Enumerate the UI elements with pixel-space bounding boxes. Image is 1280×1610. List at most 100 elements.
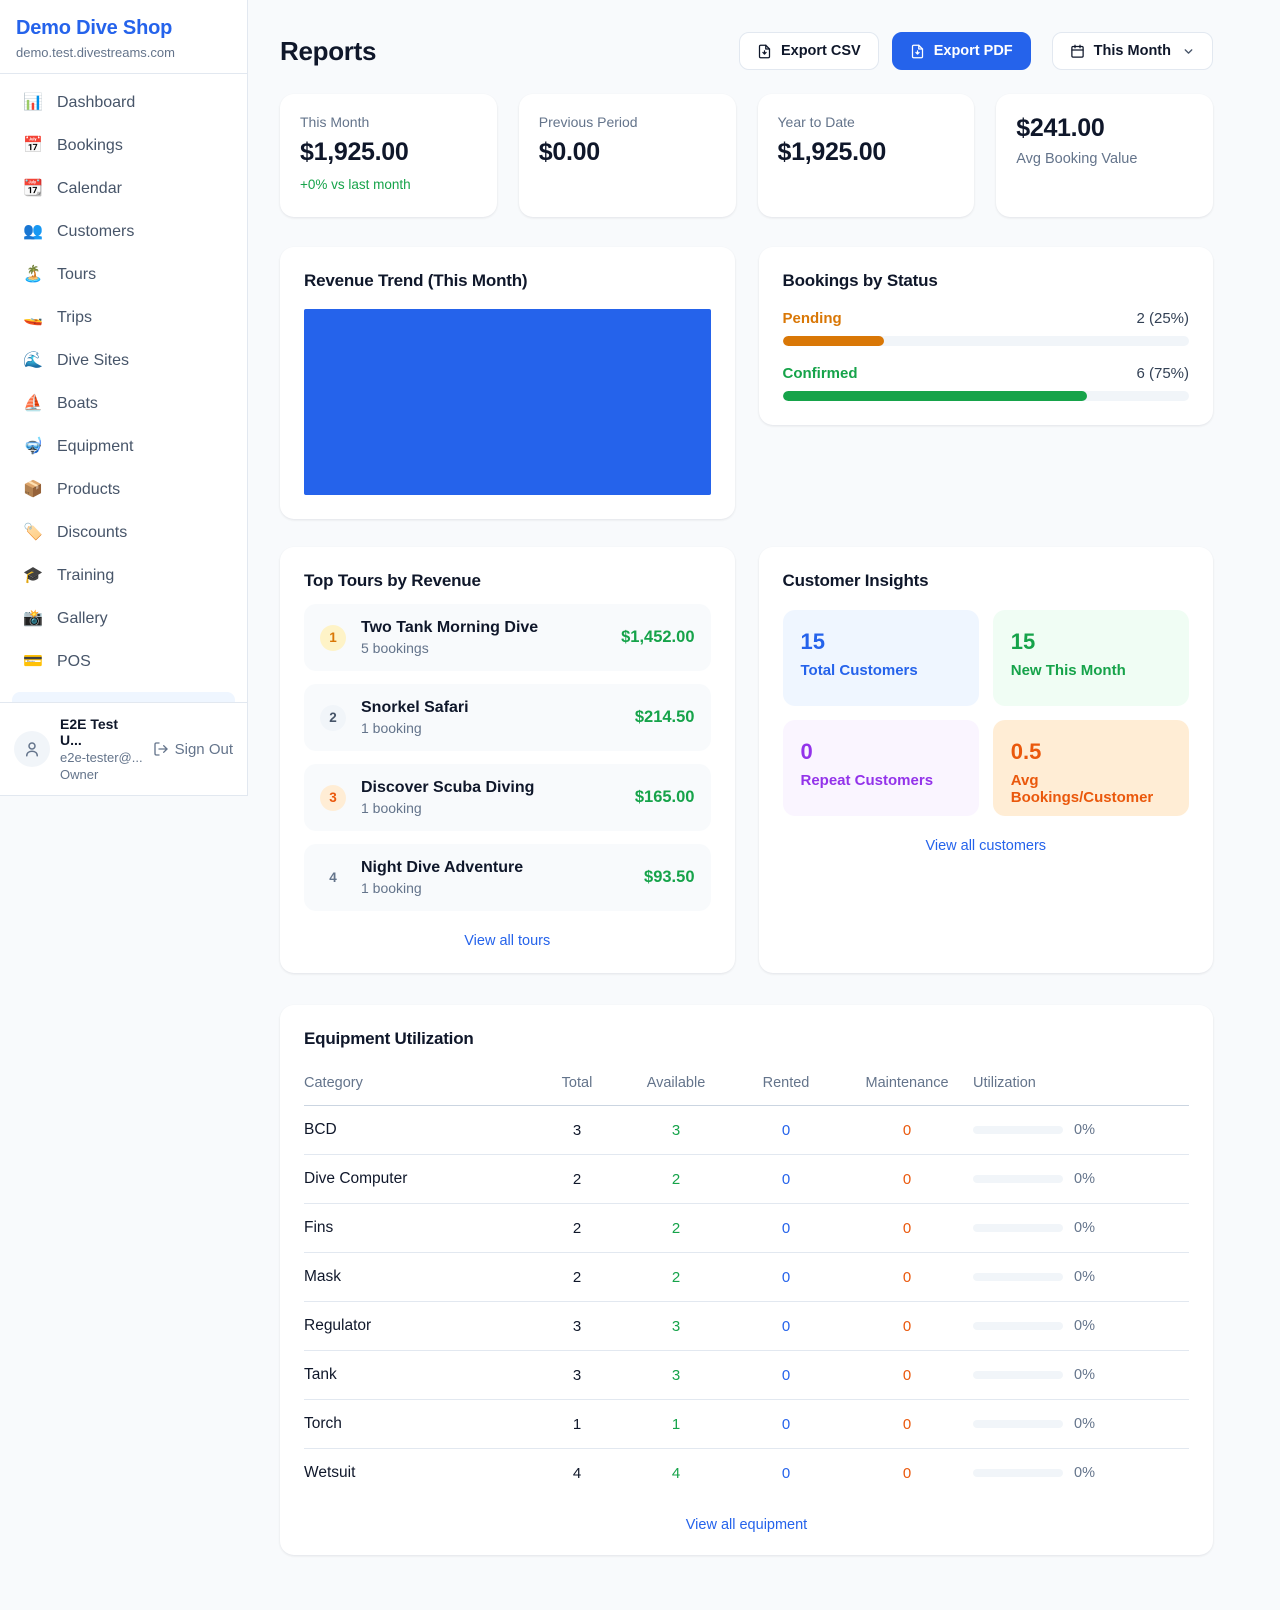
wave-icon: 🌊 — [22, 353, 44, 369]
period-label: This Month — [1094, 43, 1171, 59]
sidebar-item-bookings[interactable]: 📅 Bookings — [12, 127, 235, 165]
sidebar-item-training[interactable]: 🎓 Training — [12, 557, 235, 595]
package-icon: 📦 — [22, 482, 44, 498]
insight-value: 0.5 — [1011, 739, 1171, 765]
table-row: BCD 3 3 0 0 0% — [304, 1106, 1189, 1155]
tour-bookings: 1 booking — [361, 800, 620, 816]
export-csv-button[interactable]: Export CSV — [739, 32, 879, 70]
brand-domain: demo.test.divestreams.com — [16, 45, 231, 60]
header-actions: Export CSV Export PDF This Month — [739, 32, 1213, 70]
equipment-utilization-cell: 0% — [973, 1122, 1189, 1138]
sidebar-item-discounts[interactable]: 🏷️ Discounts — [12, 514, 235, 552]
equipment-utilization-cell: 0% — [973, 1416, 1189, 1432]
sidebar-item-dashboard[interactable]: 📊 Dashboard — [12, 84, 235, 122]
sidebar-item-pos[interactable]: 💳 POS — [12, 643, 235, 681]
person-icon — [23, 740, 41, 758]
sidebar-item-label: Products — [57, 481, 120, 499]
equipment-utilization-cell: 0% — [973, 1220, 1189, 1236]
sidebar-item-boats[interactable]: ⛵ Boats — [12, 385, 235, 423]
equipment-total: 2 — [533, 1171, 621, 1188]
rank-badge: 4 — [320, 865, 346, 891]
sidebar-item-label: Discounts — [57, 524, 127, 542]
equipment-utilization-cell: 0% — [973, 1171, 1189, 1187]
sidebar-item-tours[interactable]: 🏝️ Tours — [12, 256, 235, 294]
file-download-icon — [757, 44, 772, 59]
sidebar-item-label: Dashboard — [57, 94, 135, 112]
stats-row: This Month $1,925.00 +0% vs last month P… — [280, 94, 1213, 217]
sidebar-item-label: Trips — [57, 309, 92, 327]
revenue-trend-chart — [304, 309, 711, 495]
sign-out-label: Sign Out — [175, 741, 233, 758]
utilization-track — [973, 1126, 1063, 1134]
utilization-percent: 0% — [1074, 1171, 1095, 1187]
sidebar-item-label: Equipment — [57, 438, 134, 456]
stat-value: $0.00 — [539, 138, 716, 167]
main-content: Reports Export CSV Export PDF This Month… — [248, 0, 1280, 1595]
status-count: 2 (25%) — [1136, 310, 1189, 327]
equipment-table: Category Total Available Rented Maintena… — [304, 1063, 1189, 1497]
insight-tile-avg-bookings: 0.5 Avg Bookings/Customer — [993, 720, 1189, 816]
equipment-rented: 0 — [731, 1220, 841, 1237]
equipment-maintenance: 0 — [841, 1220, 973, 1237]
sign-out-button[interactable]: Sign Out — [153, 741, 233, 758]
equipment-category: Regulator — [304, 1317, 533, 1335]
equipment-rented: 0 — [731, 1269, 841, 1286]
stat-card-previous-period: Previous Period $0.00 — [519, 94, 736, 217]
user-name: E2E Test U... — [60, 716, 143, 748]
equipment-category: BCD — [304, 1121, 533, 1139]
sign-out-icon — [153, 741, 169, 757]
equipment-available: 3 — [621, 1122, 731, 1139]
brand-block: Demo Dive Shop demo.test.divestreams.com — [0, 0, 247, 74]
tour-revenue: $1,452.00 — [621, 628, 694, 647]
insight-label: Avg Bookings/Customer — [1011, 772, 1171, 806]
people-icon: 👥 — [22, 224, 44, 240]
tour-revenue: $165.00 — [635, 788, 695, 807]
user-role: Owner — [60, 767, 143, 782]
speedboat-icon: 🚤 — [22, 310, 44, 326]
equipment-available: 2 — [621, 1269, 731, 1286]
tour-row: 3 Discover Scuba Diving 1 booking $165.0… — [304, 764, 711, 831]
stat-label: Avg Booking Value — [1016, 151, 1193, 167]
revenue-trend-card: Revenue Trend (This Month) — [280, 247, 735, 519]
export-pdf-button[interactable]: Export PDF — [892, 32, 1031, 70]
sidebar-item-dive-sites[interactable]: 🌊 Dive Sites — [12, 342, 235, 380]
file-download-icon — [910, 44, 925, 59]
utilization-track — [973, 1224, 1063, 1232]
insight-label: Total Customers — [801, 662, 961, 679]
sidebar-item-gallery[interactable]: 📸 Gallery — [12, 600, 235, 638]
sidebar-item-products[interactable]: 📦 Products — [12, 471, 235, 509]
utilization-track — [973, 1175, 1063, 1183]
status-count: 6 (75%) — [1136, 365, 1189, 382]
period-dropdown[interactable]: This Month — [1052, 32, 1213, 70]
status-row-confirmed: Confirmed 6 (75%) — [783, 365, 1190, 401]
sidebar-item-label: Boats — [57, 395, 98, 413]
utilization-percent: 0% — [1074, 1416, 1095, 1432]
progress-track — [783, 336, 1190, 346]
camera-icon: 📸 — [22, 611, 44, 627]
insight-value: 15 — [1011, 629, 1171, 655]
equipment-maintenance: 0 — [841, 1171, 973, 1188]
equipment-category: Torch — [304, 1415, 533, 1433]
sidebar-item-label: Gallery — [57, 610, 108, 628]
sidebar-item-reports-partial[interactable] — [12, 692, 235, 702]
equipment-total: 2 — [533, 1269, 621, 1286]
utilization-track — [973, 1371, 1063, 1379]
rank-badge: 1 — [320, 625, 346, 651]
sidebar-item-customers[interactable]: 👥 Customers — [12, 213, 235, 251]
user-panel: E2E Test U... e2e-tester@... Owner Sign … — [0, 702, 247, 795]
sidebar-item-equipment[interactable]: 🤿 Equipment — [12, 428, 235, 466]
equipment-total: 3 — [533, 1318, 621, 1335]
sidebar-item-calendar[interactable]: 📆 Calendar — [12, 170, 235, 208]
view-all-equipment-link[interactable]: View all equipment — [304, 1517, 1189, 1533]
equipment-total: 3 — [533, 1367, 621, 1384]
view-all-customers-link[interactable]: View all customers — [783, 838, 1190, 854]
progress-fill — [783, 336, 885, 346]
column-header: Category — [304, 1075, 533, 1091]
insight-tile-repeat-customers: 0 Repeat Customers — [783, 720, 979, 816]
table-row: Regulator 3 3 0 0 0% — [304, 1302, 1189, 1351]
sidebar-item-trips[interactable]: 🚤 Trips — [12, 299, 235, 337]
export-pdf-label: Export PDF — [934, 43, 1013, 59]
page-title: Reports — [280, 36, 376, 67]
view-all-tours-link[interactable]: View all tours — [304, 933, 711, 949]
utilization-percent: 0% — [1074, 1269, 1095, 1285]
